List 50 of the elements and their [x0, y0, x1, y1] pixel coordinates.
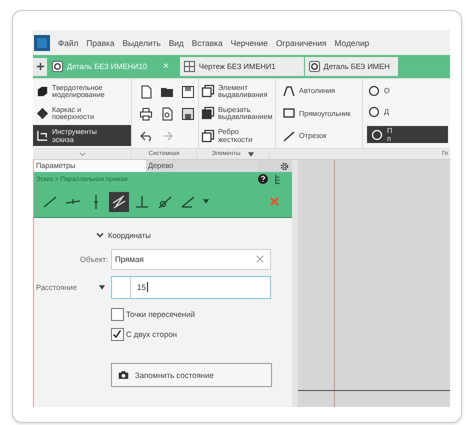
menu-item[interactable]: Правка [86, 38, 114, 48]
printer-icon[interactable] [139, 106, 153, 120]
menu-item[interactable]: Выделить [122, 38, 161, 48]
object-field[interactable]: Прямая [111, 248, 271, 270]
part-icon [308, 61, 320, 72]
stacked-squares-icon [201, 84, 215, 98]
clear-icon[interactable] [256, 255, 264, 263]
line-tool-button[interactable] [109, 192, 129, 212]
stacked-squares-icon [201, 106, 215, 120]
tangent-line-icon [157, 194, 173, 210]
settings-icon[interactable] [280, 162, 289, 170]
angle-icon [180, 194, 196, 210]
parallel-lines-icon [111, 194, 127, 210]
diamond-icon [36, 106, 49, 120]
chevron-icon [96, 231, 104, 239]
sketch-corner-icon [36, 129, 49, 142]
new-file-icon[interactable] [139, 84, 153, 98]
distance-field[interactable]: 15 [111, 276, 271, 298]
cube-icon [36, 84, 49, 98]
save-all-icon[interactable] [181, 106, 195, 120]
slanted-line-icon [42, 194, 58, 210]
perpendicular-icon [134, 194, 150, 210]
help-icon[interactable] [258, 174, 268, 184]
caret-icon[interactable] [248, 152, 254, 156]
line-segment-icon [282, 128, 296, 143]
menu-item[interactable]: Файл [58, 38, 78, 48]
circle-icon [367, 104, 381, 119]
circle-icon [370, 128, 384, 142]
save-icon[interactable] [181, 84, 195, 98]
part-icon [52, 61, 63, 72]
menu-item[interactable]: Ограничения [276, 38, 327, 48]
menu-item[interactable]: Вид [168, 38, 184, 48]
stacked-squares-icon [201, 128, 215, 143]
app-logo-icon [34, 34, 50, 52]
collapse-icon[interactable] [78, 152, 86, 156]
menu-item[interactable]: Черчение [230, 38, 268, 48]
rectangle-icon [282, 106, 296, 120]
add-tab-icon[interactable] [33, 58, 47, 76]
menu-item[interactable]: Вставка [192, 38, 223, 48]
menu-item[interactable]: Моделир [334, 38, 370, 48]
tree-icon[interactable] [274, 174, 282, 184]
camera-icon [118, 370, 129, 380]
undo-icon[interactable] [139, 128, 153, 142]
checkmark-icon [112, 329, 122, 339]
preview-icon[interactable] [160, 106, 174, 120]
caret-icon[interactable] [99, 284, 105, 290]
circle-icon [367, 84, 381, 98]
caret-icon[interactable] [203, 199, 209, 204]
grid-sheet-icon [184, 61, 195, 72]
polyline-icon [282, 84, 296, 98]
